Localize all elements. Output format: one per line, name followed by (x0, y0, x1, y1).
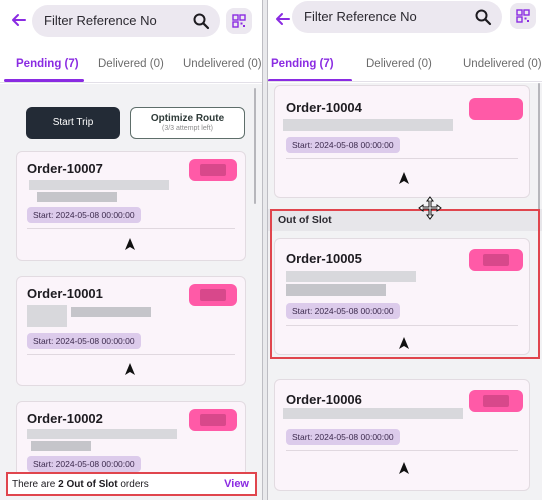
status-tabs: Pending (7) Delivered (0) Undelivered (0… (0, 52, 262, 82)
redacted-text (29, 180, 169, 190)
start-trip-button[interactable]: Start Trip (26, 107, 120, 139)
card-divider (286, 450, 518, 451)
tab-pending[interactable]: Pending (7) (271, 58, 334, 70)
navigation-arrow-icon[interactable] (125, 363, 135, 375)
qr-scan-button[interactable] (510, 3, 536, 29)
tab-delivered[interactable]: Delivered (0) (98, 58, 164, 70)
optimize-attempts-label: (3/3 attempt left) (162, 125, 213, 132)
redacted-text (27, 305, 67, 327)
right-screen: Filter Reference No Pending (7) Delivere… (268, 0, 542, 500)
status-badge (189, 159, 237, 181)
order-card[interactable]: Order-10001 Start: 2024-05-08 00:00:00 (16, 276, 246, 386)
redacted-text (31, 441, 91, 451)
card-divider (27, 228, 235, 229)
start-time-chip: Start: 2024-05-08 00:00:00 (286, 429, 400, 445)
scrollbar[interactable] (254, 88, 256, 204)
start-time-chip: Start: 2024-05-08 00:00:00 (286, 137, 400, 153)
card-divider (27, 354, 235, 355)
tab-undelivered[interactable]: Undelivered (0) (183, 58, 262, 70)
redacted-text (283, 119, 453, 131)
navigation-arrow-icon[interactable] (399, 172, 409, 184)
order-card[interactable]: Order-10004 Start: 2024-05-08 00:00:00 (274, 85, 530, 198)
order-id: Order-10001 (27, 286, 103, 301)
tab-pending[interactable]: Pending (7) (16, 58, 79, 70)
redacted-text (27, 429, 177, 439)
back-arrow-icon[interactable] (274, 10, 292, 28)
status-badge (189, 409, 237, 431)
order-id: Order-10007 (27, 161, 103, 176)
search-icon[interactable] (474, 8, 492, 26)
qr-code-icon (516, 9, 530, 23)
start-time-chip: Start: 2024-05-08 00:00:00 (27, 456, 141, 472)
search-input[interactable]: Filter Reference No (32, 5, 220, 37)
redacted-text (37, 192, 117, 202)
redacted-text (283, 408, 463, 419)
tab-undelivered[interactable]: Undelivered (0) (463, 58, 542, 70)
search-icon[interactable] (192, 12, 210, 30)
status-badge (469, 390, 523, 412)
qr-scan-button[interactable] (226, 8, 252, 34)
start-time-chip: Start: 2024-05-08 00:00:00 (27, 207, 141, 223)
view-out-of-slot-link[interactable]: View (224, 478, 249, 490)
navigation-arrow-icon[interactable] (125, 238, 135, 250)
status-tabs: Pending (7) Delivered (0) Undelivered (0… (268, 52, 542, 82)
left-screen: Filter Reference No Pending (7) Delivere… (0, 0, 262, 500)
tabs-divider (0, 82, 262, 83)
order-id: Order-10006 (286, 392, 362, 407)
search-placeholder: Filter Reference No (304, 9, 417, 24)
qr-code-icon (232, 14, 246, 28)
optimize-route-label: Optimize Route (150, 113, 225, 124)
banner-prefix: There are (12, 479, 59, 490)
search-input[interactable]: Filter Reference No (292, 1, 502, 33)
banner-suffix: orders (117, 479, 149, 490)
back-arrow-icon[interactable] (10, 11, 28, 29)
redacted-text (71, 307, 151, 317)
out-of-slot-message: There are 2 Out of Slot orders (12, 479, 149, 490)
order-card[interactable]: Order-10006 Start: 2024-05-08 00:00:00 (274, 379, 530, 491)
navigation-arrow-icon[interactable] (399, 462, 409, 474)
top-bar: Filter Reference No (268, 0, 542, 44)
move-cursor-icon (418, 196, 442, 220)
start-time-chip: Start: 2024-05-08 00:00:00 (27, 333, 141, 349)
tabs-divider (268, 81, 542, 82)
out-of-slot-banner: There are 2 Out of Slot orders View (6, 472, 257, 496)
tab-delivered[interactable]: Delivered (0) (366, 58, 432, 70)
status-badge (469, 98, 523, 120)
order-id: Order-10002 (27, 411, 103, 426)
card-divider (286, 158, 518, 159)
optimize-route-button[interactable]: Optimize Route (3/3 attempt left) (130, 107, 245, 139)
top-bar: Filter Reference No (0, 0, 262, 44)
search-placeholder: Filter Reference No (44, 13, 157, 28)
order-id: Order-10004 (286, 100, 362, 115)
out-of-slot-highlight (270, 209, 540, 359)
order-card[interactable]: Order-10007 Start: 2024-05-08 00:00:00 (16, 151, 246, 261)
status-badge (189, 284, 237, 306)
banner-count: 2 Out of Slot (58, 479, 118, 490)
